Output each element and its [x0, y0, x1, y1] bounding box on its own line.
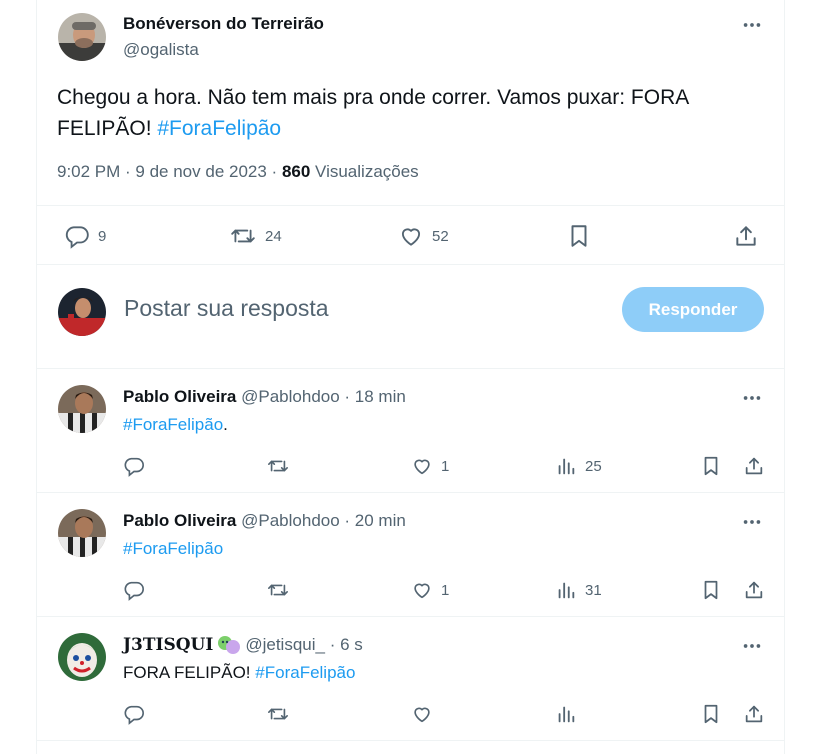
like-icon	[411, 455, 433, 477]
author-handle[interactable]: @ogalista	[123, 40, 199, 60]
masks-emoji	[217, 635, 241, 655]
reply-hashtag[interactable]: #ForaFelipão	[123, 539, 223, 558]
tweet-thread-column: Bonéverson do Terreirão @ogalista Chegou…	[36, 0, 785, 754]
reply-icon	[64, 223, 90, 249]
bookmark-icon	[700, 455, 722, 477]
views-label: Visualizações	[315, 162, 419, 181]
reply-action[interactable]	[123, 703, 153, 725]
bookmark-action[interactable]	[566, 223, 592, 249]
views-count: 31	[585, 581, 602, 599]
reply-avatar[interactable]	[58, 509, 106, 557]
reply-icon	[123, 579, 145, 601]
bookmark-action[interactable]	[700, 579, 722, 601]
like-action[interactable]: 1	[411, 579, 449, 601]
more-icon[interactable]	[741, 14, 763, 36]
retweet-action[interactable]	[266, 703, 298, 725]
more-icon[interactable]	[741, 387, 763, 409]
reply-author-handle[interactable]: @Pablohdoo · 20 min	[241, 511, 406, 530]
retweet-action[interactable]: 24	[229, 223, 282, 249]
share-icon	[743, 703, 765, 725]
more-icon[interactable]	[741, 635, 763, 657]
tweet-text: Chegou a hora. Não tem mais pra onde cor…	[57, 82, 737, 144]
reply-input[interactable]: Postar sua resposta	[124, 295, 584, 322]
reply-author-name[interactable]: Pablo Oliveira	[123, 387, 236, 406]
tweet-meta: 9:02 PM · 9 de nov de 2023 · 860 Visuali…	[57, 162, 419, 182]
share-action[interactable]	[733, 223, 759, 249]
reply-header: Pablo Oliveira @Pablohdoo · 18 min	[123, 387, 406, 407]
retweet-icon	[266, 455, 290, 477]
retweet-action[interactable]	[266, 455, 298, 477]
author-avatar[interactable]	[58, 13, 106, 61]
bookmark-icon	[700, 703, 722, 725]
like-count: 1	[441, 457, 450, 475]
tweet-body: Chegou a hora. Não tem mais pra onde cor…	[57, 86, 689, 140]
views-count: 860	[281, 162, 311, 181]
retweet-count: 24	[265, 227, 282, 245]
reply-hashtag[interactable]: #ForaFelipão	[123, 415, 223, 434]
like-count: 1	[441, 581, 450, 599]
reply-icon	[123, 703, 145, 725]
bookmark-action[interactable]	[700, 703, 722, 725]
views-action[interactable]: 25	[555, 455, 602, 477]
reply-text-suffix: .	[223, 415, 228, 434]
reply-author-name[interactable]: Pablo Oliveira	[123, 511, 236, 530]
bookmark-action[interactable]	[700, 455, 722, 477]
reply-text: #ForaFelipão	[123, 539, 223, 559]
views-icon	[555, 455, 577, 477]
reply-header: Pablo Oliveira @Pablohdoo · 20 min	[123, 511, 406, 531]
views-count: 25	[585, 457, 602, 475]
share-action[interactable]	[743, 703, 765, 725]
share-icon	[743, 579, 765, 601]
more-icon[interactable]	[741, 511, 763, 533]
retweet-icon	[266, 579, 290, 601]
bookmark-icon	[700, 579, 722, 601]
views-action[interactable]	[555, 703, 585, 725]
reply-text: #ForaFelipão.	[123, 415, 228, 435]
reply-icon	[123, 455, 145, 477]
reply-action[interactable]	[123, 579, 153, 601]
share-action[interactable]	[743, 455, 765, 477]
current-user-avatar[interactable]	[58, 288, 106, 336]
like-action[interactable]: 1	[411, 455, 449, 477]
reply-author-handle[interactable]: @jetisqui_ · 6 s	[245, 635, 362, 655]
views-icon	[555, 703, 577, 725]
reply-text: FORA FELIPÃO! #ForaFelipão	[123, 663, 355, 683]
reply-count: 9	[98, 227, 107, 245]
views-action[interactable]: 31	[555, 579, 602, 601]
reply-action[interactable]	[123, 455, 153, 477]
reply-author-handle[interactable]: @Pablohdoo · 18 min	[241, 387, 406, 406]
like-count: 52	[432, 227, 449, 245]
like-icon	[398, 223, 424, 249]
tweet-timestamp[interactable]: 9:02 PM · 9 de nov de 2023 ·	[57, 162, 277, 181]
reply-author-name[interactable]: J3TISQUI	[123, 635, 213, 655]
reply-hashtag[interactable]: #ForaFelipão	[255, 663, 355, 682]
share-action[interactable]	[743, 579, 765, 601]
reply-text-prefix: FORA FELIPÃO!	[123, 663, 251, 682]
reply-action[interactable]: 9	[64, 223, 106, 249]
share-icon	[733, 223, 759, 249]
like-icon	[411, 703, 433, 725]
bookmark-icon	[566, 223, 592, 249]
retweet-icon	[266, 703, 290, 725]
tweet-hashtag[interactable]: #ForaFelipão	[157, 117, 281, 140]
reply-avatar[interactable]	[58, 385, 106, 433]
like-action[interactable]	[411, 703, 441, 725]
reply-header: J3TISQUI @jetisqui_ · 6 s	[123, 635, 363, 655]
reply-avatar[interactable]	[58, 633, 106, 681]
like-icon	[411, 579, 433, 601]
retweet-icon	[229, 223, 257, 249]
author-name[interactable]: Bonéverson do Terreirão	[123, 14, 324, 34]
share-icon	[743, 455, 765, 477]
retweet-action[interactable]	[266, 579, 298, 601]
reply-button[interactable]: Responder	[622, 287, 764, 332]
views-icon	[555, 579, 577, 601]
like-action[interactable]: 52	[398, 223, 449, 249]
